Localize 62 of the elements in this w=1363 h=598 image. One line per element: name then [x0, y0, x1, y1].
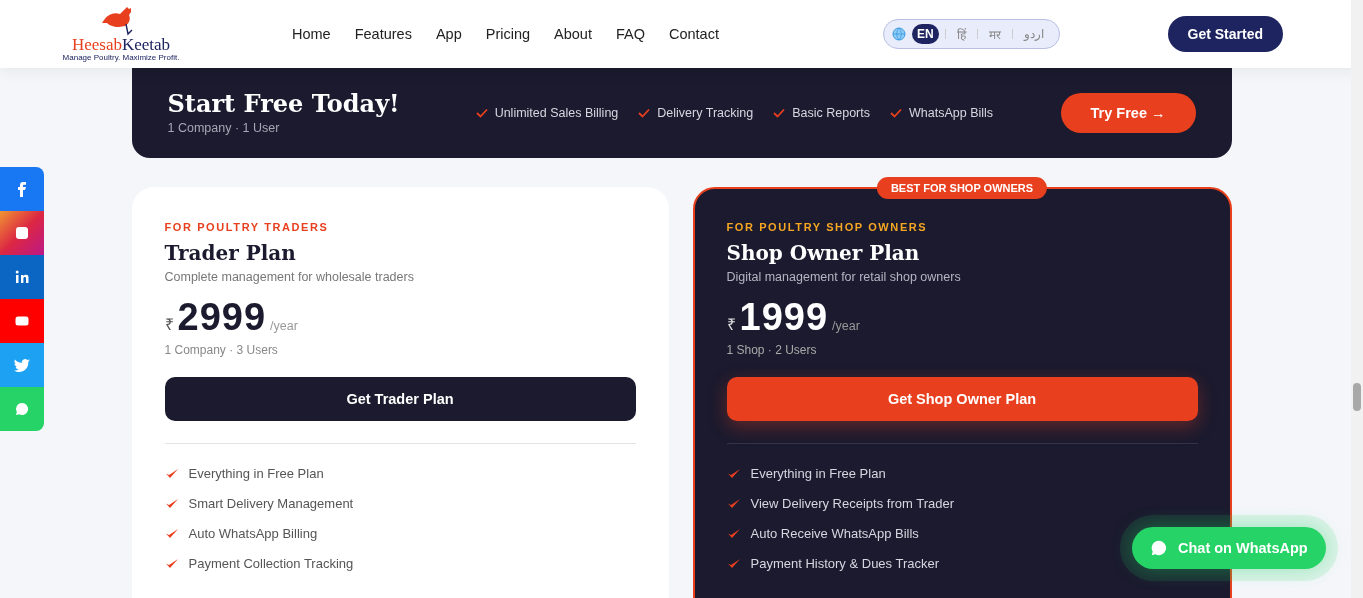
feature-text: Smart Delivery Management	[188, 495, 354, 511]
feature-text: WhatsApp Bills	[909, 106, 994, 120]
plan-limits: 1 Shop · 2 Users	[726, 343, 818, 357]
social-button[interactable]	[0, 211, 44, 255]
feature-text: Delivery Tracking	[657, 106, 754, 120]
plan-button[interactable]: Get Shop Owner Plan	[726, 377, 1198, 421]
price-period: /year	[270, 319, 298, 333]
check-icon	[726, 558, 741, 568]
nav-link[interactable]: Contact	[657, 26, 731, 42]
feature-text: Auto WhatsApp Billing	[188, 525, 318, 541]
plan-eyebrow: FOR POULTRY SHOP OWNERS	[726, 221, 929, 233]
plan-price: 1999	[739, 296, 829, 339]
plan-limits: 1 Company · 3 Users	[164, 343, 279, 357]
social-button[interactable]	[0, 299, 44, 343]
banner-title: Start Free Today!	[167, 90, 400, 118]
feature-text: View Delivery Receipts from Trader	[750, 495, 954, 511]
plan-price: 2999	[177, 296, 267, 339]
plan-description: Complete management for wholesale traders	[164, 270, 415, 284]
plan-name: Trader Plan	[164, 241, 297, 265]
feature-text: Everything in Free Plan	[188, 465, 324, 481]
social-button[interactable]	[0, 343, 44, 387]
currency-symbol: ₹	[726, 315, 736, 335]
check-icon	[638, 108, 651, 118]
plan-eyebrow: FOR POULTRY TRADERS	[164, 221, 330, 233]
feature-text: Payment History & Dues Tracker	[750, 555, 940, 571]
globe-icon	[891, 27, 906, 41]
nav-link[interactable]: App	[423, 26, 474, 42]
price-period: /year	[832, 319, 860, 333]
nav-link[interactable]: Home	[280, 26, 343, 42]
plan-name: Shop Owner Plan	[726, 241, 921, 265]
check-icon	[726, 528, 741, 538]
plan-badge: BEST FOR SHOP OWNERS	[876, 177, 1048, 199]
check-icon	[164, 468, 179, 478]
check-icon	[164, 528, 179, 538]
chat-bubble-icon	[1150, 539, 1168, 557]
feature-text: Basic Reports	[792, 106, 870, 120]
social-button[interactable]	[0, 167, 44, 211]
feature-text: Unlimited Sales Billing	[494, 106, 619, 120]
nav-link[interactable]: About	[542, 26, 604, 42]
try-free-button[interactable]: Try Free →	[1060, 93, 1196, 133]
banner-subtitle: 1 Company · 1 User	[167, 121, 281, 136]
logo-wordmark[interactable]: HeesabKeetab	[71, 36, 171, 53]
plan-description: Digital management for retail shop owners	[726, 270, 962, 284]
nav-link[interactable]: Pricing	[473, 26, 543, 42]
feature-text: Payment Collection Tracking	[188, 555, 354, 571]
get-started-button[interactable]: Get Started	[1167, 16, 1283, 52]
check-icon	[164, 498, 179, 508]
feature-text: Everything in Free Plan	[750, 465, 886, 481]
nav-link[interactable]: Features	[342, 26, 424, 42]
plan-button[interactable]: Get Trader Plan	[164, 377, 636, 421]
language-option[interactable]: EN	[911, 24, 939, 44]
currency-symbol: ₹	[164, 315, 174, 335]
check-icon	[773, 108, 786, 118]
check-icon	[726, 468, 741, 478]
feature-text: Auto Receive WhatsApp Bills	[750, 525, 919, 541]
nav-link[interactable]: FAQ	[603, 26, 657, 42]
logo-tagline: Manage Poultry. Maximize Profit.	[62, 53, 180, 62]
check-icon	[890, 108, 902, 118]
check-icon	[726, 498, 741, 508]
social-button[interactable]	[0, 255, 44, 299]
check-icon	[164, 558, 179, 568]
check-icon	[475, 108, 488, 118]
